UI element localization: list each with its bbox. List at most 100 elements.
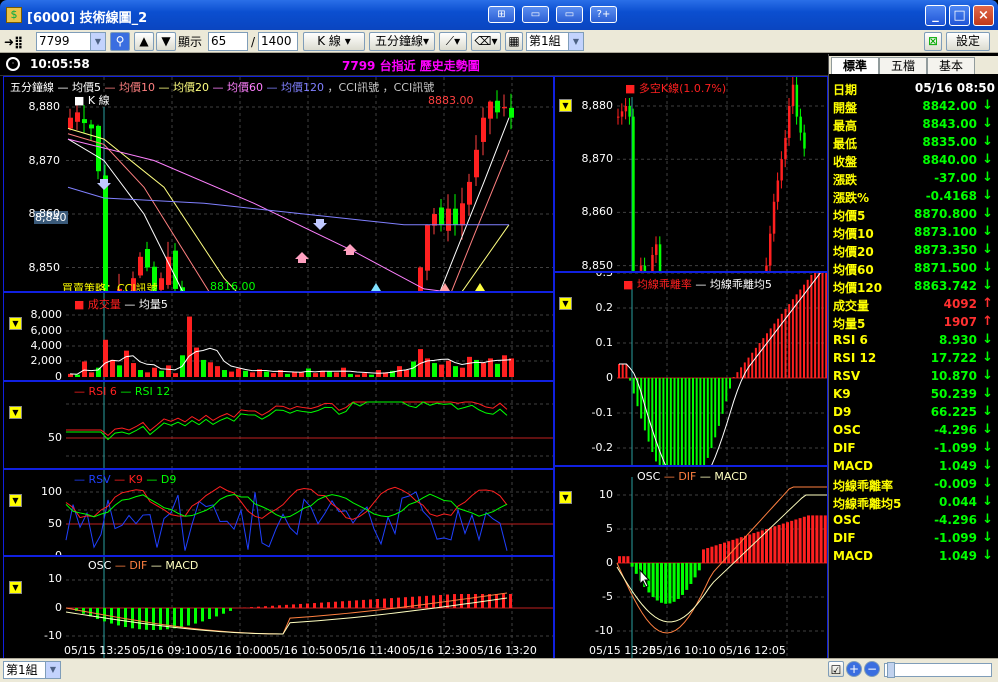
symbol-select[interactable]: 7799 ▼: [36, 32, 106, 51]
maximize-button[interactable]: □: [949, 5, 970, 26]
checkbox-icon[interactable]: ☑: [828, 661, 844, 677]
candle: [776, 180, 780, 202]
osc-bar: [313, 603, 316, 608]
osc-bar: [425, 595, 428, 608]
pane-menu-icon[interactable]: ▼: [559, 491, 572, 504]
legend-kline: ■ K 線: [74, 94, 110, 107]
start-input[interactable]: 65: [208, 32, 248, 51]
volume-pane[interactable]: ▼ ■ 成交量 — 均量5 8,000 6,000 4,000 2,000 0: [3, 292, 554, 381]
up-arrow-button[interactable]: ▲: [134, 32, 154, 51]
y-tick-label: 0: [55, 601, 62, 614]
quote-label: MACD: [833, 459, 873, 473]
volume-bar: [348, 373, 353, 377]
grid-icon[interactable]: ▦: [505, 32, 523, 51]
draw-line-icon[interactable]: ⟋▾: [439, 32, 467, 51]
chevron-down-icon[interactable]: ▼: [90, 33, 105, 50]
osc-bar: [702, 549, 705, 563]
search-icon[interactable]: ⚲: [110, 32, 130, 51]
quote-row: DIF -1.099 ↓: [829, 530, 998, 548]
tab-five-level[interactable]: 五檔: [879, 57, 927, 74]
period-button[interactable]: 五分鐘線▾: [369, 32, 435, 51]
eraser-icon[interactable]: ⌫▾: [471, 32, 501, 51]
osc-bar: [756, 531, 760, 563]
down-arrow-button[interactable]: ▼: [156, 32, 176, 51]
chevron-down-icon[interactable]: ▼: [568, 33, 583, 50]
quote-tabs: 標準 五檔 基本: [829, 56, 998, 74]
volume-bar: [355, 374, 360, 377]
quote-value: 1907: [943, 315, 977, 329]
candle: [460, 203, 465, 226]
chart-type-button[interactable]: K 線 ▾: [303, 32, 365, 51]
minimize-button[interactable]: _: [925, 5, 946, 26]
bias-legend: ■ 均線乖離率 — 均線乖離均5: [623, 276, 772, 292]
excel-icon[interactable]: ⊠: [924, 32, 942, 51]
layout-button-2[interactable]: ▭: [522, 6, 549, 23]
legend-osc: OSC: [637, 470, 661, 483]
candle: [68, 117, 73, 129]
slider-thumb[interactable]: [887, 662, 895, 678]
legend-vol-ma5: — 均量5: [124, 298, 168, 311]
pane-menu-icon[interactable]: ▼: [9, 581, 22, 594]
tab-standard[interactable]: 標準: [831, 57, 879, 74]
arrow-down-icon: ↓: [982, 458, 993, 473]
volume-bar: [82, 361, 87, 377]
arrow-down-icon: ↓: [982, 386, 993, 401]
osc-bar: [807, 515, 810, 563]
x-axis-label: 05/16 12:05: [719, 644, 786, 657]
arrow-down-icon: ↓: [982, 404, 993, 419]
volume-bar: [166, 365, 171, 377]
macd-pane[interactable]: ▼ OSC — DIF — MACD 10 0 -10 05/15 13:25 05/…: [3, 556, 554, 659]
legend-rsi6: — RSI 6: [74, 385, 117, 398]
zoom-in-icon[interactable]: +: [846, 661, 862, 677]
candle: [632, 116, 635, 271]
quote-value: 10.870: [930, 369, 977, 383]
group-select[interactable]: 第1組 ▼: [526, 32, 584, 51]
quote-row: OSC -4.296 ↓: [829, 422, 998, 440]
legend-ma10: — 均價10: [104, 81, 156, 94]
y-tick-label: 0: [55, 549, 62, 556]
pane-menu-icon[interactable]: ▼: [9, 406, 22, 419]
arrow-down-icon: ↓: [982, 134, 993, 149]
pane-menu-icon[interactable]: ▼: [9, 494, 22, 507]
volume-bar: [201, 359, 206, 377]
pane-menu-icon[interactable]: ▼: [9, 317, 22, 330]
quote-value: 1.049: [939, 549, 977, 563]
long-short-pane[interactable]: ▼ ■ 多空K線(1.0.7%) 8,8808,8708,8608,8508,8…: [554, 76, 828, 272]
price-chart-pane[interactable]: 五分鐘線 — 均價5 — 均價10 — 均價20 — 均價60 — 均價120 …: [3, 76, 554, 292]
volume-bar: [75, 374, 80, 377]
layout-button-1[interactable]: ⊞: [488, 6, 515, 23]
layout-button-3[interactable]: ▭: [556, 6, 583, 23]
bias-pane[interactable]: ▼ ■ 均線乖離率 — 均線乖離均5 0.30.20.10-0.1-0.2-0.…: [554, 272, 828, 466]
osc-bar: [664, 563, 668, 604]
osc-bar: [131, 608, 134, 629]
quote-label: OSC: [833, 513, 861, 527]
bias-bar: [762, 338, 765, 378]
volume-bar: [285, 373, 290, 377]
arrow-down-icon: ↓: [982, 188, 993, 203]
total-input[interactable]: 1400: [258, 32, 298, 51]
strategy-label: 買賣策略：CCI訊號: [62, 282, 158, 292]
pane-menu-icon[interactable]: ▼: [559, 99, 572, 112]
x-axis-label: 05/16 10:50: [266, 644, 333, 657]
close-button[interactable]: ×: [973, 5, 994, 26]
volume-bar: [264, 371, 269, 377]
link-arrow-icon[interactable]: ➜⣿: [4, 33, 23, 51]
help-button[interactable]: ?+: [590, 6, 617, 23]
tab-basic[interactable]: 基本: [927, 57, 975, 74]
candle: [453, 208, 458, 225]
chevron-down-icon[interactable]: ▼: [45, 662, 60, 678]
pane-menu-icon[interactable]: ▼: [559, 297, 572, 310]
group-status-select[interactable]: 第1組 ▼: [3, 661, 61, 679]
volume-bar: [341, 367, 346, 377]
volume-bar: [187, 316, 192, 377]
kd-pane[interactable]: ▼ — RSV — K9 — D9 100 50 0: [3, 469, 554, 556]
rsi-pane[interactable]: ▼ — RSI 6 — RSI 12 50: [3, 381, 554, 469]
zoom-slider[interactable]: [884, 662, 992, 678]
quote-label: 均線乖離率: [833, 479, 894, 493]
settings-button[interactable]: 設定: [946, 32, 990, 51]
bias-bar: [799, 289, 802, 378]
right-macd-pane[interactable]: ▼ OSC — DIF — MACD 10 5 0 -5 -10 05/15 13:25…: [554, 466, 828, 659]
quote-value: 1.049: [939, 459, 977, 473]
zoom-out-icon[interactable]: −: [864, 661, 880, 677]
quote-value: 4092: [943, 297, 977, 311]
